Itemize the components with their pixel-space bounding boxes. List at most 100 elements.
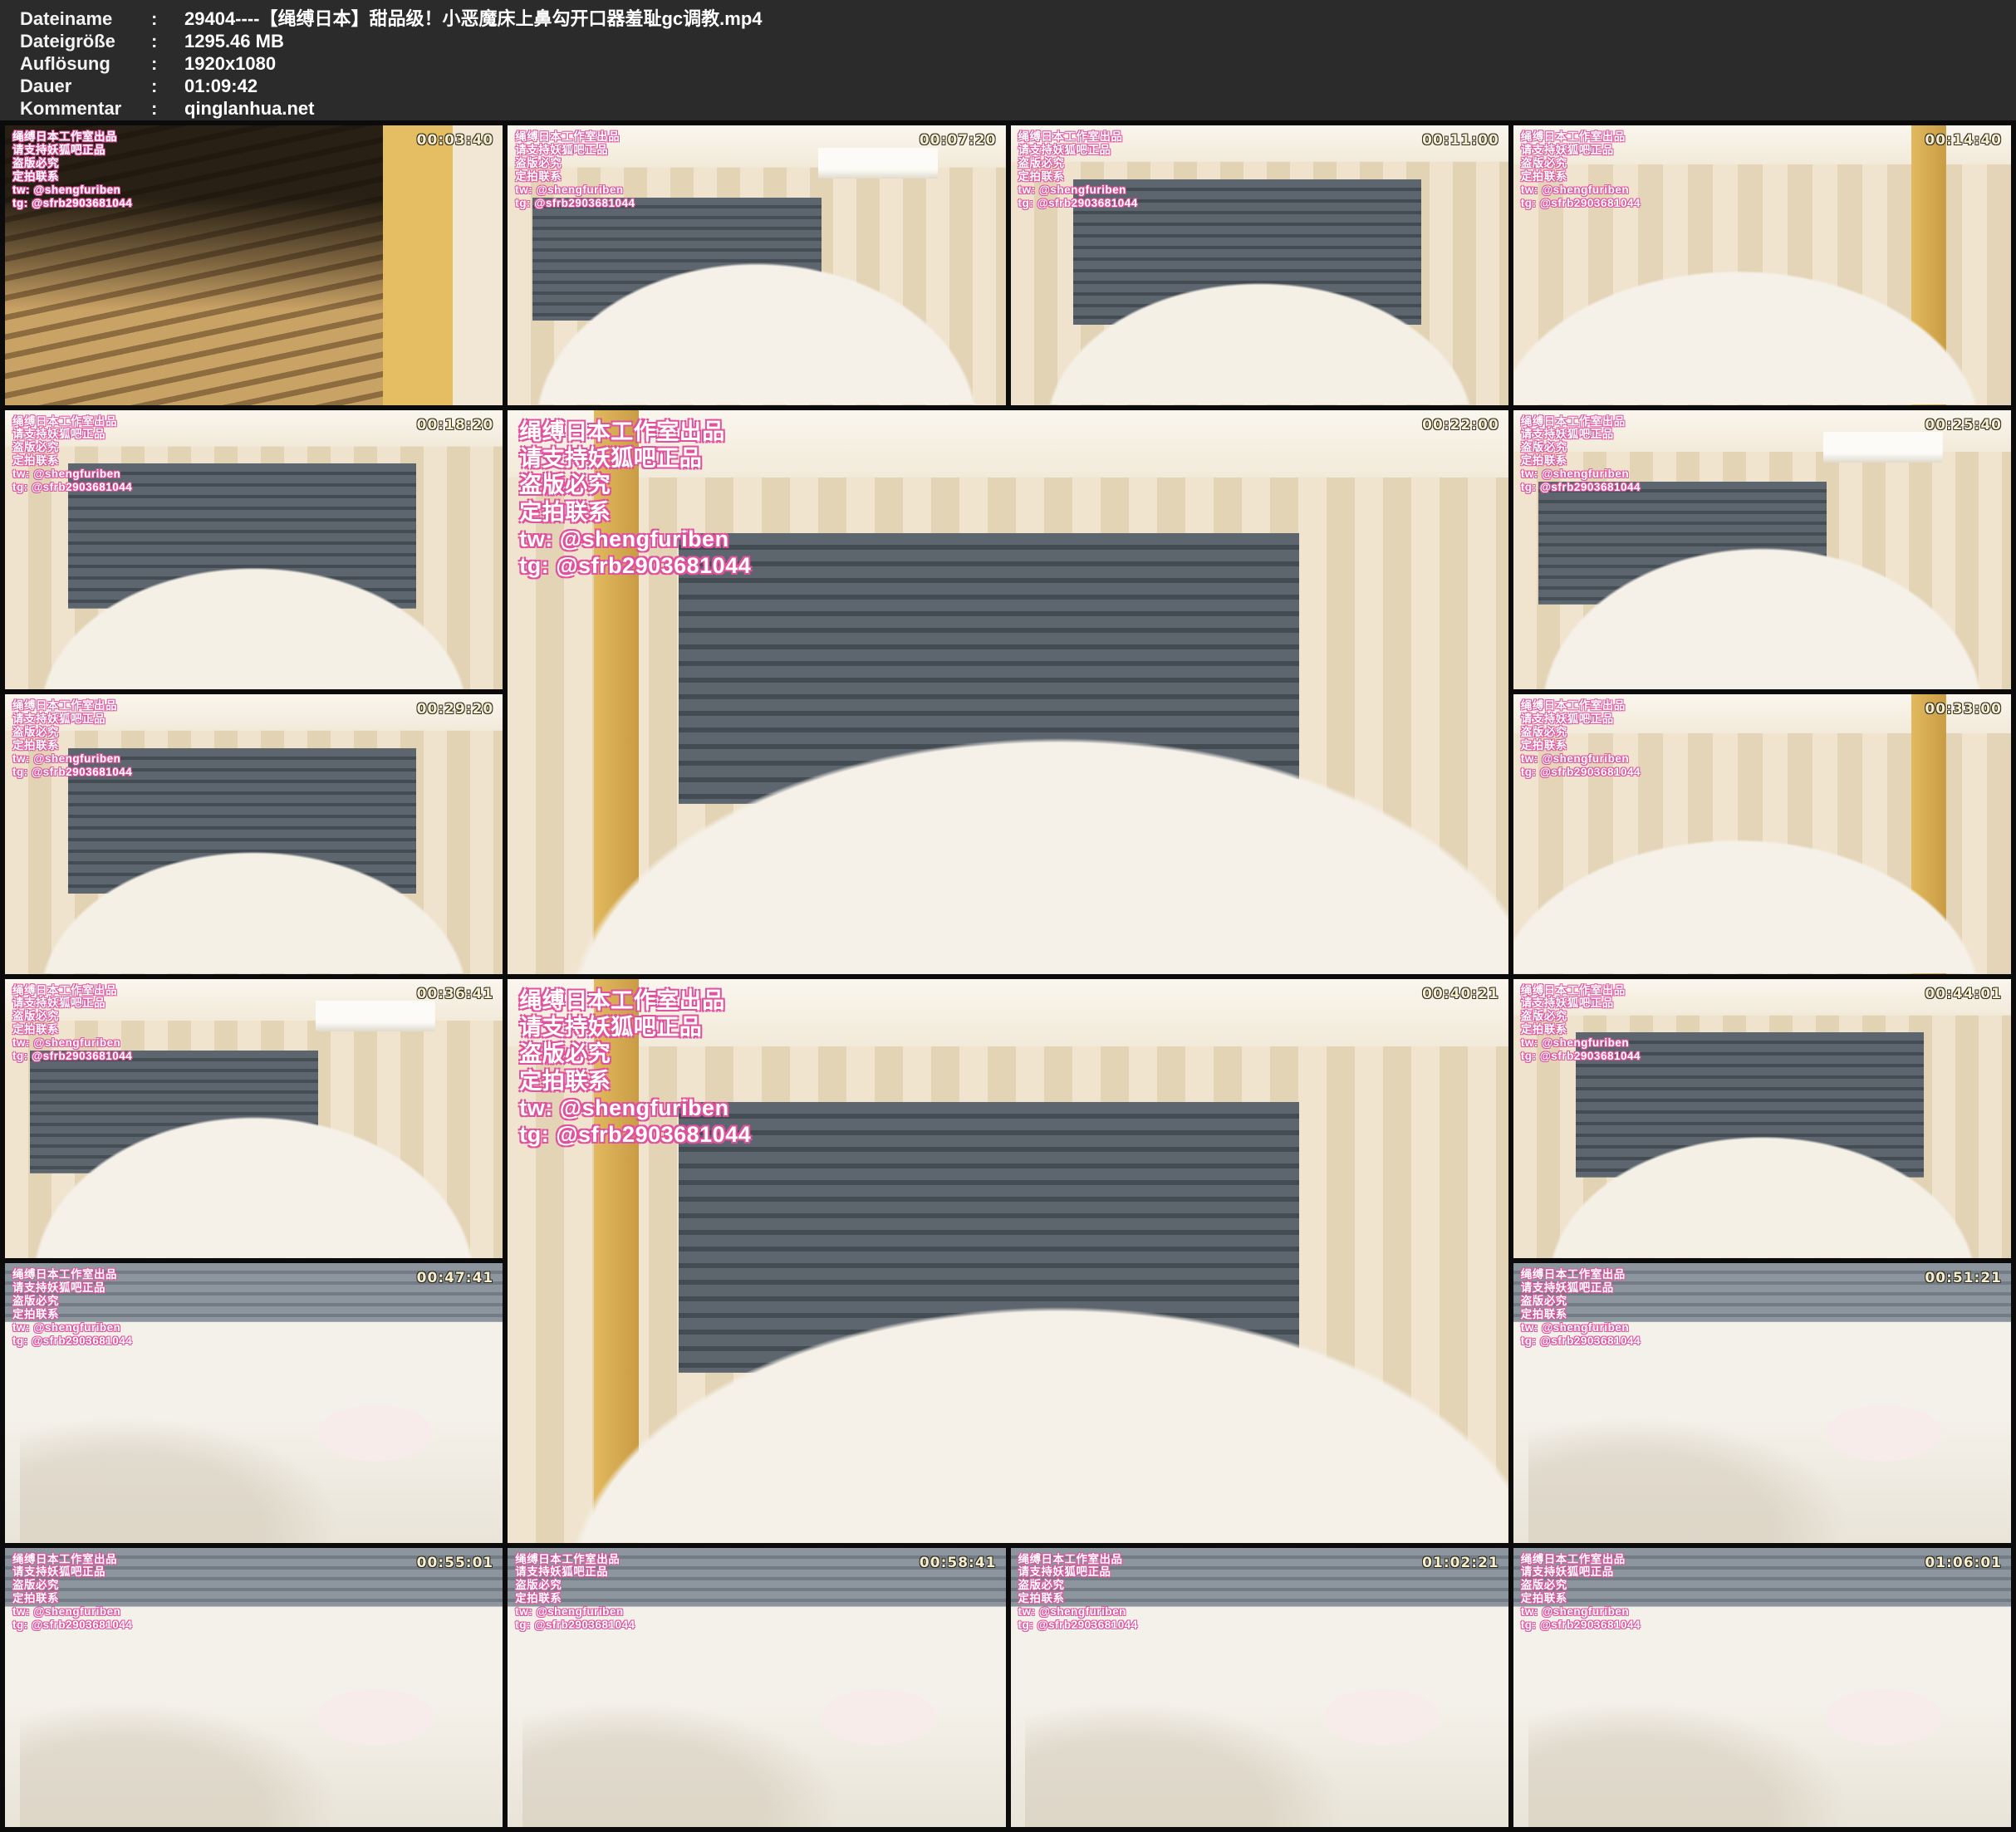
- watermark-line: tw: @shengfuriben: [1521, 1605, 1641, 1619]
- watermark-line: tg: @sfrb2903681044: [1521, 197, 1641, 210]
- watermark-line: tw: @shengfuriben: [519, 1095, 751, 1121]
- watermark-line: 定拍联系: [12, 1023, 132, 1036]
- watermark-line: tg: @sfrb2903681044: [12, 481, 132, 494]
- video-thumbnail[interactable]: 绳缚日本工作室出品请支持妖狐吧正品盗版必究定拍联系tw: @shengfurib…: [508, 1548, 1005, 1828]
- timestamp-overlay: 00:40:21: [1422, 986, 1499, 1002]
- video-thumbnail[interactable]: 绳缚日本工作室出品请支持妖狐吧正品盗版必究定拍联系tw: @shengfurib…: [1513, 410, 2011, 690]
- timestamp-overlay: 00:18:20: [417, 417, 494, 434]
- watermark-line: tw: @shengfuriben: [12, 752, 132, 766]
- watermark-line: tw: @shengfuriben: [12, 1036, 132, 1050]
- video-thumbnail[interactable]: 绳缚日本工作室出品请支持妖狐吧正品盗版必究定拍联系tw: @shengfurib…: [5, 1263, 503, 1543]
- watermark-overlay: 绳缚日本工作室出品请支持妖狐吧正品盗版必究定拍联系tw: @shengfurib…: [1521, 699, 1641, 779]
- watermark-line: 定拍联系: [12, 454, 132, 468]
- watermark-line: tg: @sfrb2903681044: [1018, 1619, 1138, 1632]
- video-thumbnail[interactable]: 绳缚日本工作室出品请支持妖狐吧正品盗版必究定拍联系tw: @shengfurib…: [1513, 1263, 2011, 1543]
- watermark-line: tw: @shengfuriben: [1521, 1036, 1641, 1050]
- watermark-line: 绳缚日本工作室出品: [515, 1553, 635, 1566]
- watermark-line: 定拍联系: [1521, 454, 1641, 468]
- metadata-value: 01:09:42: [184, 75, 258, 97]
- watermark-line: 盗版必究: [515, 1579, 635, 1592]
- watermark-line: 定拍联系: [12, 1308, 132, 1321]
- timestamp-overlay: 00:55:01: [417, 1555, 494, 1571]
- watermark-overlay: 绳缚日本工作室出品请支持妖狐吧正品盗版必究定拍联系tw: @shengfurib…: [519, 987, 751, 1149]
- watermark-line: 盗版必究: [12, 441, 132, 454]
- watermark-line: 绳缚日本工作室出品: [12, 415, 132, 429]
- metadata-label: Dateiname: [20, 7, 151, 30]
- timestamp-overlay: 00:47:41: [417, 1270, 494, 1286]
- watermark-line: tg: @sfrb2903681044: [1521, 1335, 1641, 1348]
- watermark-line: 请支持妖狐吧正品: [1521, 428, 1641, 441]
- watermark-line: 请支持妖狐吧正品: [1018, 1565, 1138, 1579]
- metadata-colon: :: [151, 30, 184, 52]
- video-thumbnail[interactable]: 绳缚日本工作室出品请支持妖狐吧正品盗版必究定拍联系tw: @shengfurib…: [1513, 125, 2011, 405]
- timestamp-overlay: 00:11:00: [1422, 132, 1499, 149]
- watermark-line: 定拍联系: [12, 739, 132, 752]
- watermark-line: tg: @sfrb2903681044: [1018, 197, 1138, 210]
- timestamp-overlay: 00:33:00: [1925, 701, 2002, 718]
- watermark-line: 请支持妖狐吧正品: [12, 1281, 132, 1295]
- video-thumbnail[interactable]: 绳缚日本工作室出品请支持妖狐吧正品盗版必究定拍联系tw: @shengfurib…: [508, 125, 1005, 405]
- video-thumbnail[interactable]: 绳缚日本工作室出品请支持妖狐吧正品盗版必究定拍联系tw: @shengfurib…: [5, 125, 503, 405]
- watermark-line: 定拍联系: [1521, 170, 1641, 184]
- video-thumbnail[interactable]: 绳缚日本工作室出品请支持妖狐吧正品盗版必究定拍联系tw: @shengfurib…: [508, 410, 1508, 974]
- watermark-overlay: 绳缚日本工作室出品请支持妖狐吧正品盗版必究定拍联系tw: @shengfurib…: [1521, 984, 1641, 1064]
- watermark-overlay: 绳缚日本工作室出品请支持妖狐吧正品盗版必究定拍联系tw: @shengfurib…: [1018, 1553, 1138, 1633]
- timestamp-overlay: 01:06:01: [1925, 1555, 2002, 1571]
- watermark-line: 定拍联系: [12, 1592, 132, 1605]
- watermark-line: 绳缚日本工作室出品: [1521, 415, 1641, 429]
- watermark-line: tw: @shengfuriben: [519, 526, 751, 552]
- video-thumbnail[interactable]: 绳缚日本工作室出品请支持妖狐吧正品盗版必究定拍联系tw: @shengfurib…: [5, 410, 503, 690]
- watermark-line: 请支持妖狐吧正品: [519, 445, 751, 472]
- video-thumbnail[interactable]: 绳缚日本工作室出品请支持妖狐吧正品盗版必究定拍联系tw: @shengfurib…: [1513, 1548, 2011, 1828]
- watermark-overlay: 绳缚日本工作室出品请支持妖狐吧正品盗版必究定拍联系tw: @shengfurib…: [1521, 130, 1641, 210]
- watermark-line: 定拍联系: [515, 170, 635, 184]
- watermark-line: 盗版必究: [12, 1010, 132, 1023]
- watermark-line: 绳缚日本工作室出品: [12, 130, 132, 144]
- metadata-label: Dauer: [20, 75, 151, 97]
- video-thumbnail[interactable]: 绳缚日本工作室出品请支持妖狐吧正品盗版必究定拍联系tw: @shengfurib…: [1513, 694, 2011, 974]
- timestamp-overlay: 00:51:21: [1925, 1270, 2002, 1286]
- video-thumbnail[interactable]: 绳缚日本工作室出品请支持妖狐吧正品盗版必究定拍联系tw: @shengfurib…: [5, 694, 503, 974]
- timestamp-overlay: 01:02:21: [1422, 1555, 1499, 1571]
- watermark-line: tg: @sfrb2903681044: [1521, 481, 1641, 494]
- timestamp-overlay: 00:07:20: [920, 132, 997, 149]
- watermark-overlay: 绳缚日本工作室出品请支持妖狐吧正品盗版必究定拍联系tw: @shengfurib…: [12, 1553, 132, 1633]
- watermark-line: 盗版必究: [519, 1041, 751, 1067]
- metadata-row: Dateigröße : 1295.46 MB: [20, 30, 2016, 52]
- video-thumbnail[interactable]: 绳缚日本工作室出品请支持妖狐吧正品盗版必究定拍联系tw: @shengfurib…: [5, 979, 503, 1259]
- watermark-line: tg: @sfrb2903681044: [519, 1121, 751, 1148]
- metadata-label: Auflösung: [20, 52, 151, 75]
- watermark-line: 盗版必究: [515, 157, 635, 170]
- watermark-line: tw: @shengfuriben: [12, 1321, 132, 1335]
- watermark-line: 盗版必究: [1521, 1295, 1641, 1308]
- video-thumbnail[interactable]: 绳缚日本工作室出品请支持妖狐吧正品盗版必究定拍联系tw: @shengfurib…: [1011, 1548, 1508, 1828]
- watermark-line: 绳缚日本工作室出品: [519, 987, 751, 1014]
- watermark-line: 请支持妖狐吧正品: [12, 713, 132, 726]
- watermark-line: 绳缚日本工作室出品: [1521, 699, 1641, 713]
- watermark-line: tw: @shengfuriben: [12, 184, 132, 197]
- video-thumbnail[interactable]: 绳缚日本工作室出品请支持妖狐吧正品盗版必究定拍联系tw: @shengfurib…: [508, 979, 1508, 1543]
- watermark-overlay: 绳缚日本工作室出品请支持妖狐吧正品盗版必究定拍联系tw: @shengfurib…: [12, 1268, 132, 1348]
- watermark-line: tw: @shengfuriben: [12, 1605, 132, 1619]
- video-thumbnail[interactable]: 绳缚日本工作室出品请支持妖狐吧正品盗版必究定拍联系tw: @shengfurib…: [1513, 979, 2011, 1259]
- metadata-row: Dateiname : 29404----【绳缚日本】甜品级！小恶魔床上鼻勾开口…: [20, 7, 2016, 30]
- watermark-line: 绳缚日本工作室出品: [12, 984, 132, 997]
- video-thumbnail[interactable]: 绳缚日本工作室出品请支持妖狐吧正品盗版必究定拍联系tw: @shengfurib…: [1011, 125, 1508, 405]
- watermark-line: 绳缚日本工作室出品: [12, 699, 132, 713]
- watermark-overlay: 绳缚日本工作室出品请支持妖狐吧正品盗版必究定拍联系tw: @shengfurib…: [515, 130, 635, 210]
- metadata-header: Dateiname : 29404----【绳缚日本】甜品级！小恶魔床上鼻勾开口…: [0, 0, 2016, 120]
- watermark-line: tw: @shengfuriben: [1521, 1321, 1641, 1335]
- watermark-line: 请支持妖狐吧正品: [1018, 144, 1138, 157]
- watermark-overlay: 绳缚日本工作室出品请支持妖狐吧正品盗版必究定拍联系tw: @shengfurib…: [1521, 415, 1641, 495]
- video-thumbnail[interactable]: 绳缚日本工作室出品请支持妖狐吧正品盗版必究定拍联系tw: @shengfurib…: [5, 1548, 503, 1828]
- watermark-line: 请支持妖狐吧正品: [12, 997, 132, 1010]
- watermark-line: tw: @shengfuriben: [1521, 468, 1641, 481]
- watermark-line: 盗版必究: [519, 472, 751, 498]
- watermark-line: tg: @sfrb2903681044: [519, 552, 751, 579]
- metadata-colon: :: [151, 75, 184, 97]
- watermark-line: 绳缚日本工作室出品: [1521, 130, 1641, 144]
- metadata-row: Kommentar : qinglanhua.net: [20, 97, 2016, 120]
- watermark-overlay: 绳缚日本工作室出品请支持妖狐吧正品盗版必究定拍联系tw: @shengfurib…: [12, 130, 132, 210]
- watermark-line: 定拍联系: [515, 1592, 635, 1605]
- watermark-line: 绳缚日本工作室出品: [12, 1553, 132, 1566]
